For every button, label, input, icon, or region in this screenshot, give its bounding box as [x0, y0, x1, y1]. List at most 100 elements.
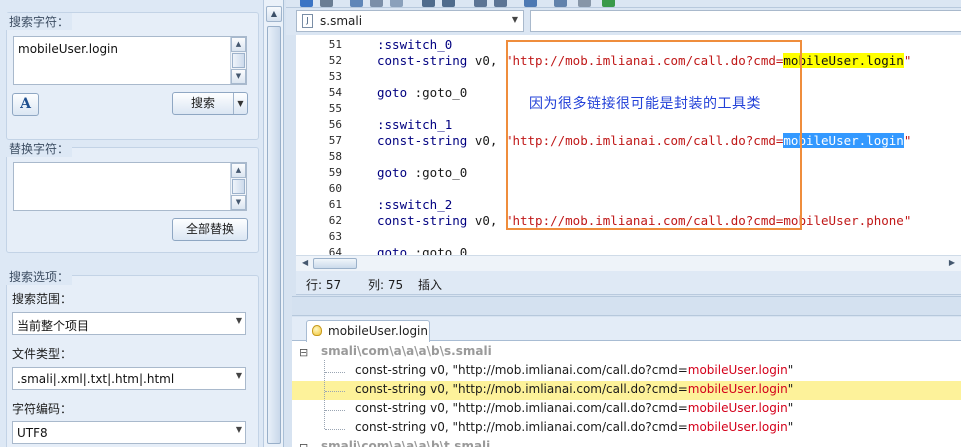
copy-icon[interactable] [350, 0, 363, 7]
code-keyword: goto [377, 85, 408, 100]
scroll-down-icon[interactable]: ▼ [231, 69, 246, 84]
scroll-left-icon[interactable]: ◀ [302, 258, 308, 267]
code-line: :sswitch_0 [377, 37, 452, 52]
collapse-icon[interactable]: ⊟ [299, 441, 308, 447]
code-operand: v0, [467, 213, 505, 228]
code-operand: :goto_0 [407, 165, 468, 180]
tree-connector [325, 391, 345, 392]
encoding-value: UTF8 [17, 426, 48, 440]
file-select[interactable]: J s.smali ▼ [296, 10, 524, 32]
search-panel: 搜索字符： mobileUser.login ▲ ▼ A 搜索 ▼ 替换字符： … [0, 0, 284, 447]
scroll-thumb[interactable] [313, 258, 357, 269]
line-number: 54 [328, 86, 342, 99]
filetype-value: .smali|.xml|.txt|.htm|.html [17, 372, 175, 386]
result-code: const-string v0, "http://mob.imlianai.co… [355, 401, 688, 415]
line-number: 53 [328, 70, 342, 83]
tools-icon[interactable] [578, 0, 591, 7]
code-editor[interactable]: 51 52 53 54 55 56 57 58 59 60 61 62 63 64 :sswitch_0 c… [296, 35, 961, 255]
replace-all-button[interactable]: 全部替换 [172, 218, 248, 241]
encoding-label: 字符编码： [12, 402, 73, 416]
search-results: mobileUser.login ⊟ smali\com\a\a\a\b\s.sm… [292, 317, 961, 447]
paste-icon[interactable] [390, 0, 403, 7]
result-row[interactable]: const-string v0, "http://mob.imlianai.co… [292, 419, 961, 438]
result-row[interactable]: const-string v0, "http://mob.imlianai.co… [292, 381, 961, 400]
result-match: mobileUser.login [687, 401, 788, 415]
scroll-thumb[interactable] [232, 179, 245, 194]
code-keyword: :sswitch_0 [377, 37, 453, 52]
annotation-box [506, 40, 802, 230]
font-case-icon: A [20, 96, 31, 112]
undo-icon[interactable] [422, 0, 435, 7]
result-file-path: smali\com\a\a\a\b\s.smali [321, 344, 492, 358]
result-row[interactable]: const-string v0, "http://mob.imlianai.co… [292, 400, 961, 419]
editor-hscrollbar[interactable]: ◀ ▶ [296, 255, 961, 271]
line-gutter: 51 52 53 54 55 56 57 58 59 60 61 62 63 64 [296, 35, 346, 255]
code-operand: v0, [467, 53, 505, 68]
results-tab-label: mobileUser.login [328, 324, 428, 338]
search-panel-content: 搜索字符： mobileUser.login ▲ ▼ A 搜索 ▼ 替换字符： … [0, 0, 262, 447]
code-keyword: :sswitch_1 [377, 117, 453, 132]
goto-icon[interactable] [524, 0, 537, 7]
find-input-scrollbar[interactable]: ▲ ▼ [230, 37, 246, 84]
cut-icon[interactable] [370, 0, 383, 7]
print-icon[interactable] [320, 0, 333, 7]
left-panel-scrollbar[interactable]: ▲ [263, 0, 283, 447]
toolbar [286, 0, 961, 8]
scope-label: 搜索范围： [12, 292, 73, 306]
back-icon[interactable] [474, 0, 487, 7]
result-code-end: " [787, 363, 794, 377]
chevron-down-icon[interactable]: ▼ [236, 316, 242, 325]
search-button[interactable]: 搜索 ▼ [172, 92, 248, 115]
pane-splitter[interactable] [292, 296, 961, 316]
forward-icon[interactable] [494, 0, 507, 7]
scroll-thumb[interactable] [232, 53, 245, 68]
collapse-icon[interactable]: ⊟ [299, 346, 308, 359]
find-input[interactable]: mobileUser.login ▲ ▼ [13, 36, 247, 85]
scope-select[interactable]: 当前整个项目 ▼ [12, 312, 246, 335]
result-code: const-string v0, "http://mob.imlianai.co… [355, 382, 688, 396]
member-select[interactable] [530, 10, 961, 32]
save-icon[interactable] [300, 0, 313, 7]
result-row[interactable]: const-string v0, "http://mob.imlianai.co… [292, 362, 961, 381]
run-icon[interactable] [602, 0, 615, 7]
scroll-down-icon[interactable]: ▼ [231, 195, 246, 210]
line-number: 55 [328, 102, 342, 115]
find-title: 搜索字符： [6, 13, 73, 30]
tree-connector [324, 360, 325, 429]
lightbulb-icon [312, 325, 322, 336]
replace-input[interactable]: ▲ ▼ [13, 162, 247, 211]
scroll-up-icon[interactable]: ▲ [266, 6, 282, 22]
redo-icon[interactable] [442, 0, 455, 7]
scroll-up-icon[interactable]: ▲ [231, 37, 246, 52]
encoding-select[interactable]: UTF8 ▼ [12, 421, 246, 444]
replace-input-scrollbar[interactable]: ▲ ▼ [230, 163, 246, 210]
line-number: 60 [328, 182, 342, 195]
match-case-button[interactable]: A [12, 93, 39, 116]
line-number: 58 [328, 150, 342, 163]
code-string-end: " [903, 133, 912, 148]
code-line: goto :goto_0 [377, 245, 467, 255]
scroll-thumb[interactable] [267, 26, 281, 444]
code-keyword: const-string [377, 53, 468, 68]
tree-connector [325, 372, 345, 373]
result-file-node[interactable]: ⊟ smali\com\a\a\a\b\t.smali [292, 438, 961, 447]
build-icon[interactable] [554, 0, 567, 7]
status-bar: 行: 57 列: 75 插入 [296, 271, 961, 295]
code-keyword: const-string [377, 133, 468, 148]
tree-connector [325, 429, 345, 430]
chevron-down-icon[interactable]: ▼ [236, 425, 242, 434]
scroll-right-icon[interactable]: ▶ [949, 258, 955, 267]
scroll-up-icon[interactable]: ▲ [231, 163, 246, 178]
chevron-down-icon[interactable]: ▼ [233, 93, 247, 114]
result-code-end: " [787, 382, 794, 396]
results-tab[interactable]: mobileUser.login [306, 320, 430, 342]
chevron-down-icon[interactable]: ▼ [236, 371, 242, 380]
filetype-select[interactable]: .smali|.xml|.txt|.htm|.html ▼ [12, 367, 246, 390]
result-text: const-string v0, "http://mob.imlianai.co… [355, 363, 793, 377]
result-text: const-string v0, "http://mob.imlianai.co… [355, 401, 793, 415]
line-number: 59 [328, 166, 342, 179]
line-number: 64 [328, 246, 342, 255]
code-line: goto :goto_0 [377, 165, 467, 180]
result-file-node[interactable]: ⊟ smali\com\a\a\a\b\s.smali [292, 343, 961, 362]
chevron-down-icon[interactable]: ▼ [512, 15, 518, 24]
